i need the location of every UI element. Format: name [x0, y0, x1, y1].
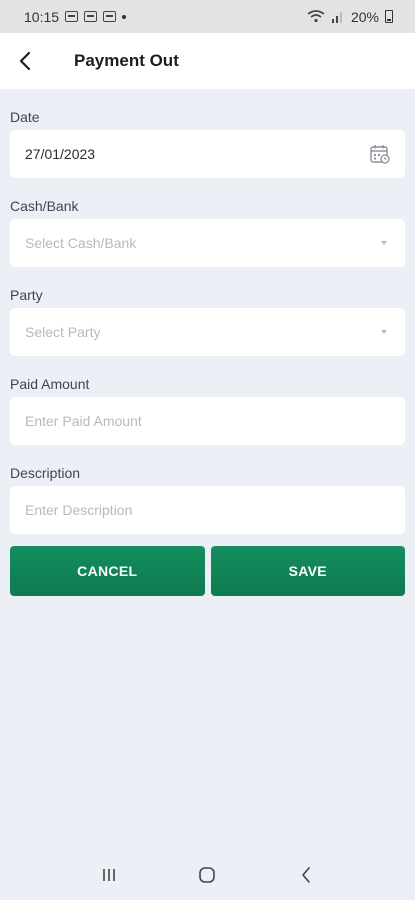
description-label: Description	[10, 465, 81, 481]
description-input[interactable]: Enter Description	[10, 486, 405, 534]
date-field[interactable]: 27/01/2023	[10, 130, 405, 178]
more-notifications-icon	[122, 14, 127, 19]
party-select[interactable]: Select Party	[10, 308, 405, 356]
party-label: Party	[10, 287, 43, 303]
cash-bank-label: Cash/Bank	[10, 198, 79, 214]
home-icon	[199, 867, 216, 883]
back-button[interactable]	[2, 33, 48, 89]
gallery-notification-icon	[65, 11, 79, 22]
date-value: 27/01/2023	[25, 146, 96, 162]
signal-icon	[331, 12, 342, 23]
dropdown-caret-icon	[381, 241, 387, 245]
cash-bank-select[interactable]: Select Cash/Bank	[10, 219, 405, 267]
battery-percent: 20%	[350, 8, 379, 25]
status-bar: 10:15 20%	[0, 0, 415, 33]
payment-form: Date 27/01/2023 Cash/Bank Select Cash/Ba…	[10, 89, 405, 596]
paid-amount-label: Paid Amount	[10, 376, 90, 392]
status-left: 10:15	[24, 8, 127, 25]
save-button[interactable]: SAVE	[210, 546, 405, 596]
nav-back-icon	[302, 867, 310, 883]
cancel-button[interactable]: CANCEL	[10, 546, 205, 596]
party-placeholder: Select Party	[25, 324, 101, 340]
arrow-left-icon	[19, 51, 31, 71]
status-time: 10:15	[24, 8, 60, 25]
calendar-icon[interactable]	[369, 143, 391, 165]
cash-bank-placeholder: Select Cash/Bank	[25, 235, 137, 251]
description-placeholder: Enter Description	[25, 502, 133, 518]
paid-amount-placeholder: Enter Paid Amount	[25, 413, 142, 429]
wifi-icon	[307, 10, 325, 23]
status-right: 20%	[307, 9, 393, 25]
paid-amount-input[interactable]: Enter Paid Amount	[10, 397, 405, 445]
date-label: Date	[10, 109, 40, 125]
app-bar: Payment Out	[0, 33, 415, 89]
system-back-button[interactable]	[286, 855, 326, 895]
battery-icon	[385, 10, 393, 23]
app-notification-icon	[84, 11, 98, 22]
recents-icon	[103, 869, 115, 881]
system-nav-bar	[0, 850, 415, 900]
action-buttons: CANCEL SAVE	[10, 546, 405, 596]
recents-button[interactable]	[89, 855, 129, 895]
home-button[interactable]	[187, 855, 227, 895]
app-notification-icon-2	[103, 11, 117, 22]
dropdown-caret-icon	[381, 330, 387, 334]
page-title: Payment Out	[74, 51, 179, 70]
